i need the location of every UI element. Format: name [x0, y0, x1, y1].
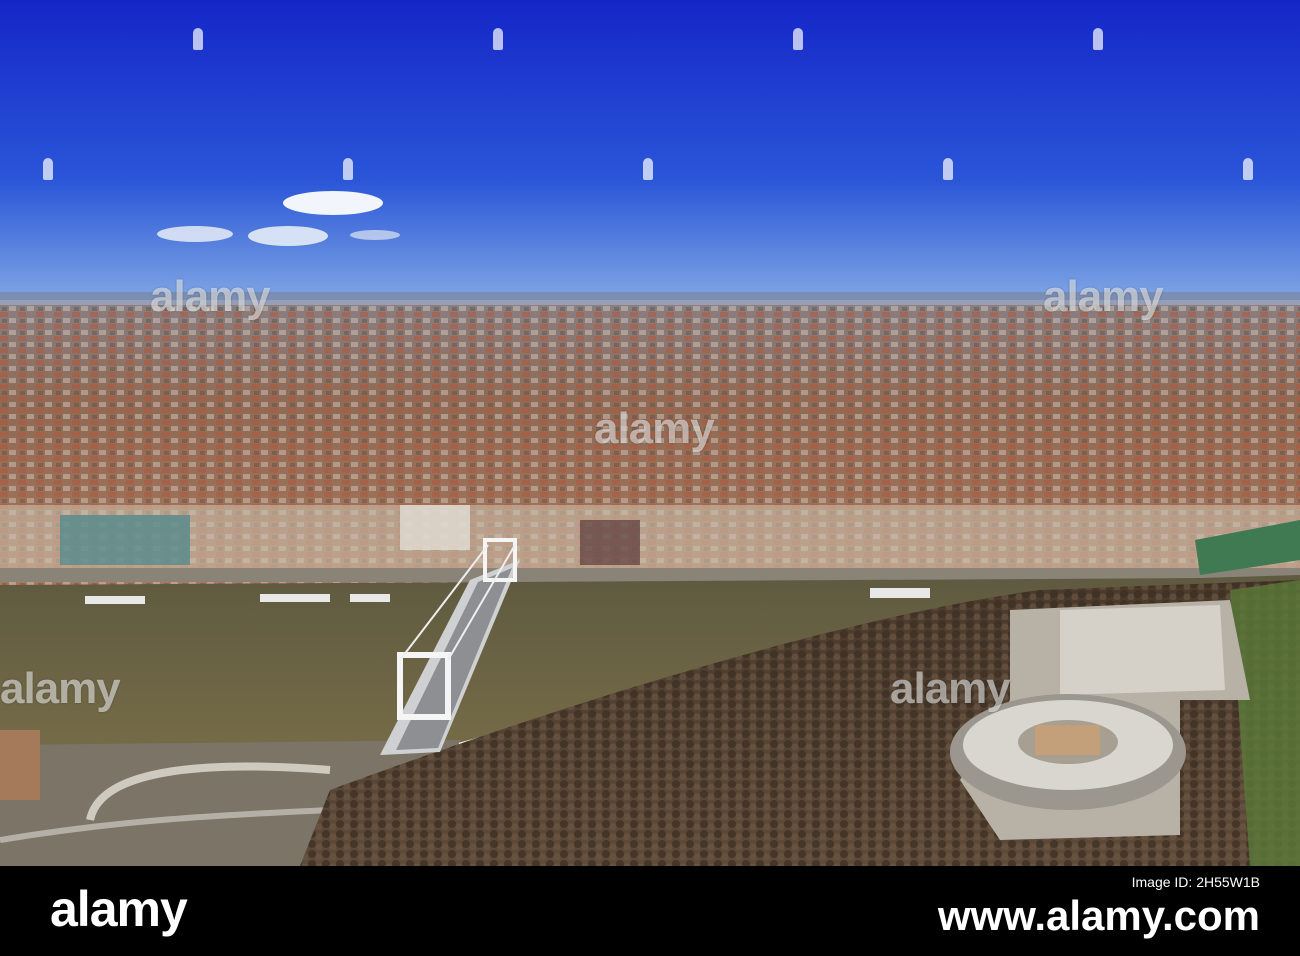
watermark-mark — [343, 158, 353, 180]
watermark: alamy — [0, 664, 121, 713]
embankment-buildings — [0, 505, 1300, 570]
alamy-logo[interactable]: alamy — [50, 880, 188, 938]
watermark-mark — [43, 158, 53, 180]
image-id-label: Image ID: 2H55W1B — [1131, 874, 1260, 890]
watermark-mark — [1093, 28, 1103, 50]
aerial-photo: alamy alamy alamy alamy alamy — [0, 0, 1300, 866]
modern-building — [60, 515, 190, 565]
watermark-mark — [643, 158, 653, 180]
cloud — [248, 226, 328, 246]
watermark: alamy — [890, 664, 1011, 713]
image-site[interactable]: www.alamy.com — [938, 892, 1260, 940]
footer-bar: alamy Image ID: 2H55W1B www.alamy.com — [0, 866, 1300, 956]
watermark-mark — [943, 158, 953, 180]
watermark-mark — [1243, 158, 1253, 180]
cloud — [350, 230, 400, 240]
boat — [350, 594, 390, 602]
building — [400, 505, 470, 550]
boat — [870, 588, 930, 598]
watermark-mark — [793, 28, 803, 50]
image-id-block: Image ID: 2H55W1B www.alamy.com — [938, 874, 1260, 940]
stock-photo-page: alamy alamy alamy alamy alamy alamy Imag… — [0, 0, 1300, 956]
corner-building — [0, 730, 40, 800]
watermark: alamy — [1043, 272, 1164, 321]
citadel-courtyard — [1060, 605, 1225, 695]
bastion-building — [1035, 725, 1100, 755]
watermark: alamy — [150, 272, 271, 321]
watermark-mark — [193, 28, 203, 50]
boat — [260, 594, 330, 602]
boat — [85, 596, 145, 604]
cloud — [283, 191, 383, 215]
watermark: alamy — [594, 404, 715, 453]
watermark-mark — [493, 28, 503, 50]
building — [580, 520, 640, 565]
cloud — [157, 226, 233, 242]
